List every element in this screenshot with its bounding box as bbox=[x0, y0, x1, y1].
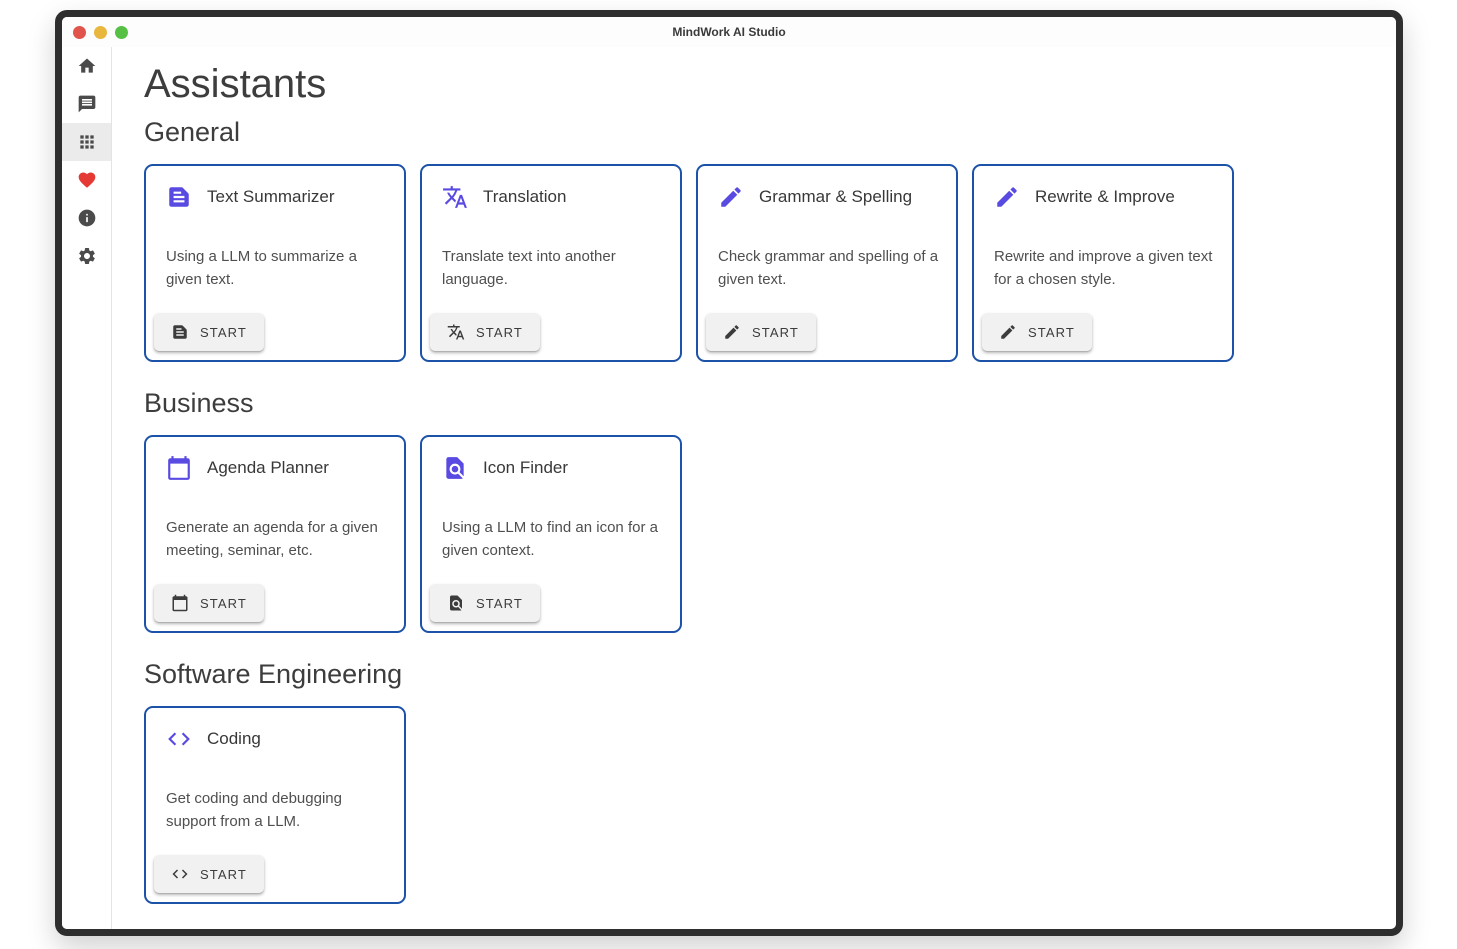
card-header: Agenda Planner bbox=[166, 455, 388, 481]
card-actions: START bbox=[430, 313, 540, 351]
titlebar: MindWork AI Studio bbox=[62, 17, 1396, 47]
start-button[interactable]: START bbox=[982, 313, 1092, 351]
find-in-page-icon bbox=[442, 455, 468, 481]
sidebar-item-settings[interactable] bbox=[62, 237, 111, 275]
card-header: Text Summarizer bbox=[166, 184, 388, 210]
sidebar-item-supporters[interactable] bbox=[62, 161, 111, 199]
card-description: Rewrite and improve a given text for a c… bbox=[994, 246, 1216, 291]
assistant-card-rewrite-improve: Rewrite & Improve Rewrite and improve a … bbox=[972, 164, 1234, 362]
assistant-section: General Text Summarizer Using a LLM to s… bbox=[144, 117, 1396, 362]
assistant-section: Software Engineering Coding Get coding a… bbox=[144, 659, 1396, 904]
sidebar bbox=[62, 47, 112, 929]
card-title: Coding bbox=[207, 729, 261, 749]
edit-pencil-icon bbox=[723, 323, 741, 341]
sidebar-item-assistants[interactable] bbox=[62, 123, 111, 161]
edit-pencil-icon bbox=[718, 184, 744, 210]
assistant-card-coding: Coding Get coding and debugging support … bbox=[144, 706, 406, 904]
start-button-label: START bbox=[476, 596, 523, 611]
start-button-label: START bbox=[200, 325, 247, 340]
card-actions: START bbox=[154, 313, 264, 351]
settings-icon bbox=[77, 246, 97, 266]
card-description: Get coding and debugging support from a … bbox=[166, 788, 388, 833]
info-icon bbox=[77, 208, 97, 228]
text-snippet-icon bbox=[171, 323, 189, 341]
text-snippet-icon bbox=[166, 184, 192, 210]
assistant-card-grammar-spelling: Grammar & Spelling Check grammar and spe… bbox=[696, 164, 958, 362]
start-button-label: START bbox=[1028, 325, 1075, 340]
card-actions: START bbox=[982, 313, 1092, 351]
card-header: Icon Finder bbox=[442, 455, 664, 481]
translate-icon bbox=[442, 184, 468, 210]
start-button[interactable]: START bbox=[154, 313, 264, 351]
start-button-label: START bbox=[200, 867, 247, 882]
card-row: Agenda Planner Generate an agenda for a … bbox=[144, 435, 1396, 633]
start-button-label: START bbox=[200, 596, 247, 611]
card-title: Grammar & Spelling bbox=[759, 187, 912, 207]
start-button[interactable]: START bbox=[430, 584, 540, 622]
card-description: Translate text into another language. bbox=[442, 246, 664, 291]
assistant-card-translation: Translation Translate text into another … bbox=[420, 164, 682, 362]
card-actions: START bbox=[154, 855, 264, 893]
card-description: Using a LLM to summarize a given text. bbox=[166, 246, 388, 291]
main-content: Assistants General Text Summarizer Using… bbox=[112, 47, 1396, 929]
start-button[interactable]: START bbox=[154, 584, 264, 622]
card-title: Icon Finder bbox=[483, 458, 568, 478]
edit-pencil-icon bbox=[999, 323, 1017, 341]
heart-icon bbox=[77, 170, 97, 190]
code-icon bbox=[171, 865, 189, 883]
section-heading: General bbox=[144, 117, 1396, 148]
card-title: Rewrite & Improve bbox=[1035, 187, 1175, 207]
window-title: MindWork AI Studio bbox=[62, 25, 1396, 39]
section-heading: Software Engineering bbox=[144, 659, 1396, 690]
card-actions: START bbox=[706, 313, 816, 351]
sidebar-item-about[interactable] bbox=[62, 199, 111, 237]
card-header: Rewrite & Improve bbox=[994, 184, 1216, 210]
section-heading: Business bbox=[144, 388, 1396, 419]
start-button[interactable]: START bbox=[154, 855, 264, 893]
home-icon bbox=[77, 56, 97, 76]
calendar-icon bbox=[166, 455, 192, 481]
find-in-page-icon bbox=[447, 594, 465, 612]
card-actions: START bbox=[430, 584, 540, 622]
chat-icon bbox=[77, 94, 97, 114]
card-row: Text Summarizer Using a LLM to summarize… bbox=[144, 164, 1396, 362]
card-header: Grammar & Spelling bbox=[718, 184, 940, 210]
start-button-label: START bbox=[476, 325, 523, 340]
app-window: MindWork AI Studio Assistants General Te… bbox=[55, 10, 1403, 936]
start-button[interactable]: START bbox=[430, 313, 540, 351]
translate-icon bbox=[447, 323, 465, 341]
start-button-label: START bbox=[752, 325, 799, 340]
page-title: Assistants bbox=[144, 59, 1396, 109]
card-header: Translation bbox=[442, 184, 664, 210]
apps-grid-icon bbox=[77, 132, 97, 152]
assistant-section: Business Agenda Planner Generate an agen… bbox=[144, 388, 1396, 633]
assistant-card-agenda-planner: Agenda Planner Generate an agenda for a … bbox=[144, 435, 406, 633]
edit-pencil-icon bbox=[994, 184, 1020, 210]
card-description: Generate an agenda for a given meeting, … bbox=[166, 517, 388, 562]
card-row: Coding Get coding and debugging support … bbox=[144, 706, 1396, 904]
start-button[interactable]: START bbox=[706, 313, 816, 351]
code-icon bbox=[166, 726, 192, 752]
card-description: Using a LLM to find an icon for a given … bbox=[442, 517, 664, 562]
calendar-icon bbox=[171, 594, 189, 612]
card-description: Check grammar and spelling of a given te… bbox=[718, 246, 940, 291]
assistant-card-icon-finder: Icon Finder Using a LLM to find an icon … bbox=[420, 435, 682, 633]
card-actions: START bbox=[154, 584, 264, 622]
card-title: Translation bbox=[483, 187, 566, 207]
card-header: Coding bbox=[166, 726, 388, 752]
assistant-card-text-summarizer: Text Summarizer Using a LLM to summarize… bbox=[144, 164, 406, 362]
sidebar-item-home[interactable] bbox=[62, 47, 111, 85]
sidebar-item-chats[interactable] bbox=[62, 85, 111, 123]
card-title: Text Summarizer bbox=[207, 187, 335, 207]
card-title: Agenda Planner bbox=[207, 458, 329, 478]
